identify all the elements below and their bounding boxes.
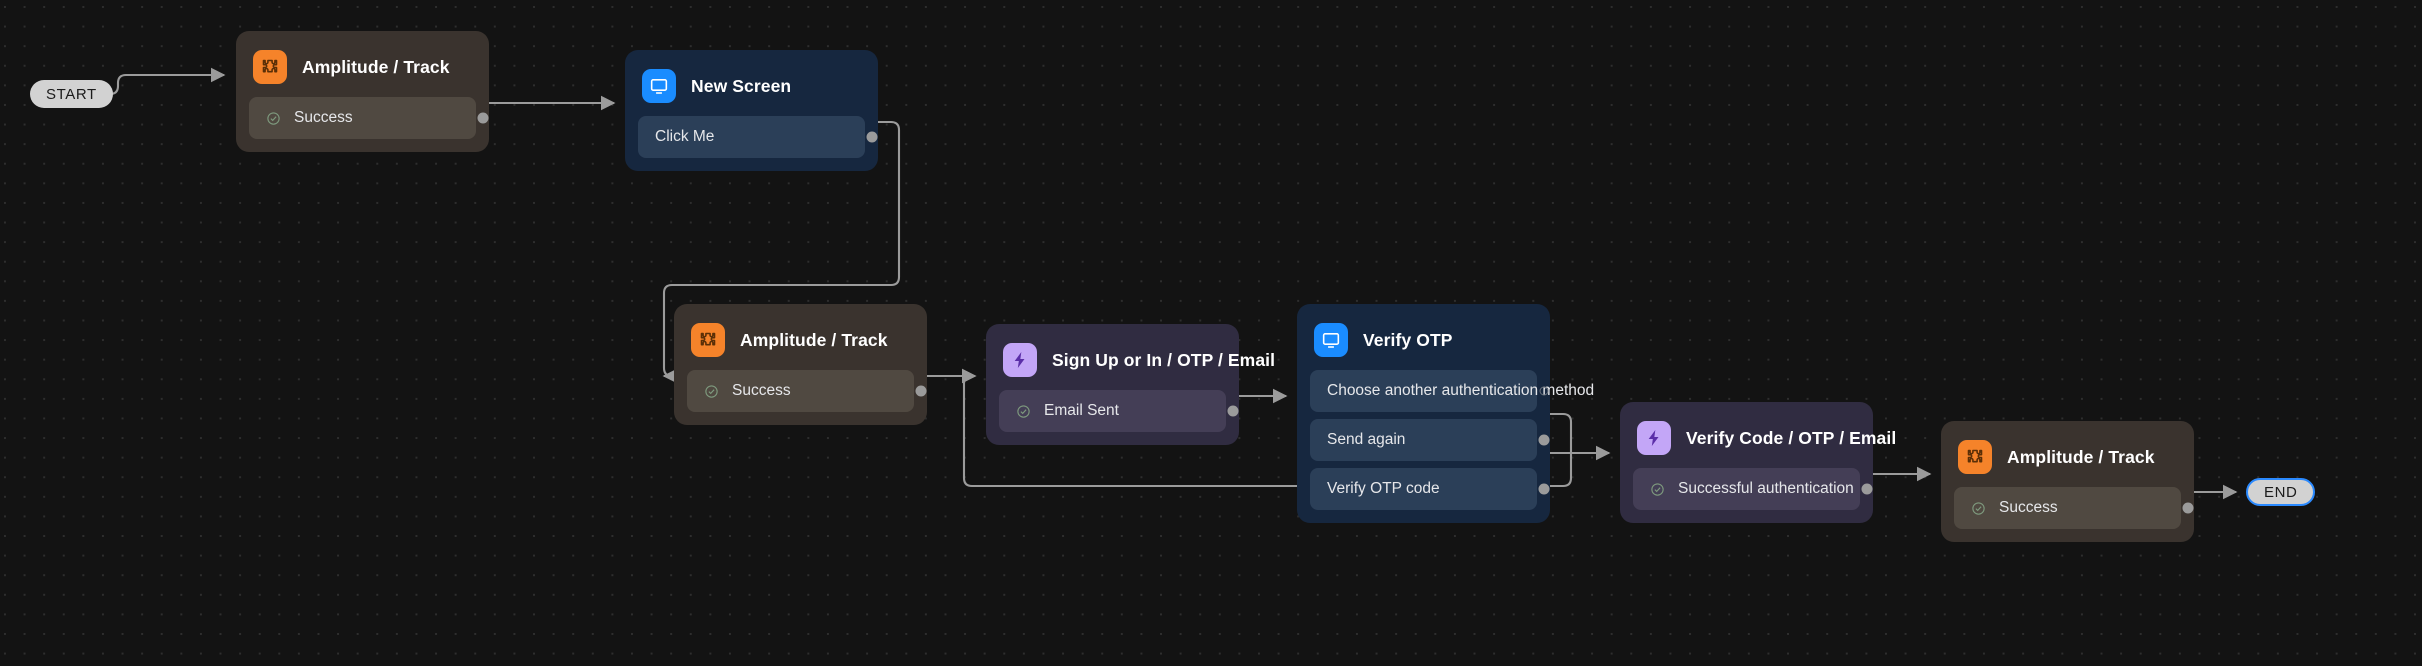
end-node[interactable]: END bbox=[2246, 478, 2316, 506]
node-row-label: Choose another authentication method bbox=[1327, 382, 1595, 399]
node-row-email-sent[interactable]: Email Sent bbox=[999, 390, 1239, 432]
node-row-success[interactable]: Success bbox=[1954, 487, 2194, 529]
node-row-label: Success bbox=[294, 109, 353, 126]
check-circle-icon bbox=[1017, 404, 1030, 418]
node-row-label: Successful authentication bbox=[1678, 480, 1854, 497]
lightning-bolt-icon bbox=[1003, 343, 1037, 377]
node-row-send-again[interactable]: Send again bbox=[1310, 419, 1550, 461]
edge-start-to-amplitude1 bbox=[98, 67, 226, 96]
node-rows: Success bbox=[687, 370, 927, 412]
node-rows: Email Sent bbox=[999, 390, 1239, 432]
check-circle-icon bbox=[267, 111, 280, 125]
node-row-label: Verify OTP code bbox=[1327, 480, 1440, 497]
node-new-screen[interactable]: New Screen Click Me bbox=[625, 50, 878, 171]
node-header: Sign Up or In / OTP / Email bbox=[999, 337, 1275, 379]
node-header: Amplitude / Track bbox=[687, 317, 914, 359]
node-row-successful-authentication[interactable]: Successful authentication bbox=[1633, 468, 1873, 510]
output-handle[interactable] bbox=[2182, 502, 2194, 514]
node-row-label: Success bbox=[1999, 499, 2058, 516]
node-header: Amplitude / Track bbox=[1954, 434, 2181, 476]
puzzle-piece-icon bbox=[691, 323, 725, 357]
output-handle[interactable] bbox=[477, 112, 489, 124]
node-row-click-me[interactable]: Click Me bbox=[638, 116, 878, 158]
node-row-label: Email Sent bbox=[1044, 402, 1119, 419]
output-handle[interactable] bbox=[1861, 483, 1873, 495]
monitor-icon bbox=[642, 69, 676, 103]
node-amplitude-track-1[interactable]: Amplitude / Track Success bbox=[236, 31, 489, 152]
node-verify-otp[interactable]: Verify OTP Choose another authentication… bbox=[1297, 304, 1594, 523]
puzzle-piece-icon bbox=[253, 50, 287, 84]
puzzle-piece-icon bbox=[1958, 440, 1992, 474]
node-title: Amplitude / Track bbox=[2007, 446, 2155, 467]
node-header: Verify OTP bbox=[1310, 317, 1537, 359]
node-verify-code[interactable]: Verify Code / OTP / Email Successful aut… bbox=[1620, 402, 1896, 523]
node-title: Sign Up or In / OTP / Email bbox=[1052, 349, 1276, 370]
node-amplitude-track-3[interactable]: Amplitude / Track Success bbox=[1941, 421, 2194, 542]
node-header: New Screen bbox=[638, 63, 865, 105]
node-row-choose-another-method[interactable]: Choose another authentication method bbox=[1310, 370, 1594, 412]
node-rows: Click Me bbox=[638, 116, 878, 158]
start-node-label: START bbox=[46, 85, 97, 103]
node-title: Amplitude / Track bbox=[302, 56, 450, 77]
node-rows: Success bbox=[1954, 487, 2194, 529]
output-handle[interactable] bbox=[1538, 434, 1550, 446]
node-title: New Screen bbox=[691, 75, 792, 96]
node-row-label: Send again bbox=[1327, 431, 1406, 448]
node-header: Amplitude / Track bbox=[249, 44, 476, 86]
node-rows: Choose another authentication method Sen… bbox=[1310, 370, 1594, 510]
node-title: Verify OTP bbox=[1363, 329, 1453, 350]
node-row-label: Click Me bbox=[655, 128, 715, 145]
output-handle[interactable] bbox=[1227, 405, 1239, 417]
node-sign-up-or-in[interactable]: Sign Up or In / OTP / Email Email Sent bbox=[986, 324, 1275, 445]
flow-canvas[interactable]: START END Amplitude / Track Success New … bbox=[0, 0, 2422, 666]
end-node-label: END bbox=[2264, 483, 2298, 501]
node-row-verify-otp-code[interactable]: Verify OTP code bbox=[1310, 468, 1550, 510]
node-row-success[interactable]: Success bbox=[687, 370, 927, 412]
node-rows: Success bbox=[249, 97, 489, 139]
monitor-icon bbox=[1314, 323, 1348, 357]
node-row-label: Success bbox=[732, 382, 791, 399]
output-handle[interactable] bbox=[866, 131, 878, 143]
check-circle-icon bbox=[1972, 501, 1985, 515]
node-rows: Successful authentication bbox=[1633, 468, 1873, 510]
lightning-bolt-icon bbox=[1637, 421, 1671, 455]
node-amplitude-track-2[interactable]: Amplitude / Track Success bbox=[674, 304, 927, 425]
node-title: Verify Code / OTP / Email bbox=[1686, 427, 1897, 448]
node-row-success[interactable]: Success bbox=[249, 97, 489, 139]
check-circle-icon bbox=[705, 384, 718, 398]
check-circle-icon bbox=[1651, 482, 1664, 496]
node-title: Amplitude / Track bbox=[740, 329, 888, 350]
output-handle[interactable] bbox=[1538, 483, 1550, 495]
node-header: Verify Code / OTP / Email bbox=[1633, 415, 1896, 457]
output-handle[interactable] bbox=[1539, 386, 1549, 396]
start-node[interactable]: START bbox=[30, 80, 113, 108]
output-handle[interactable] bbox=[915, 385, 927, 397]
